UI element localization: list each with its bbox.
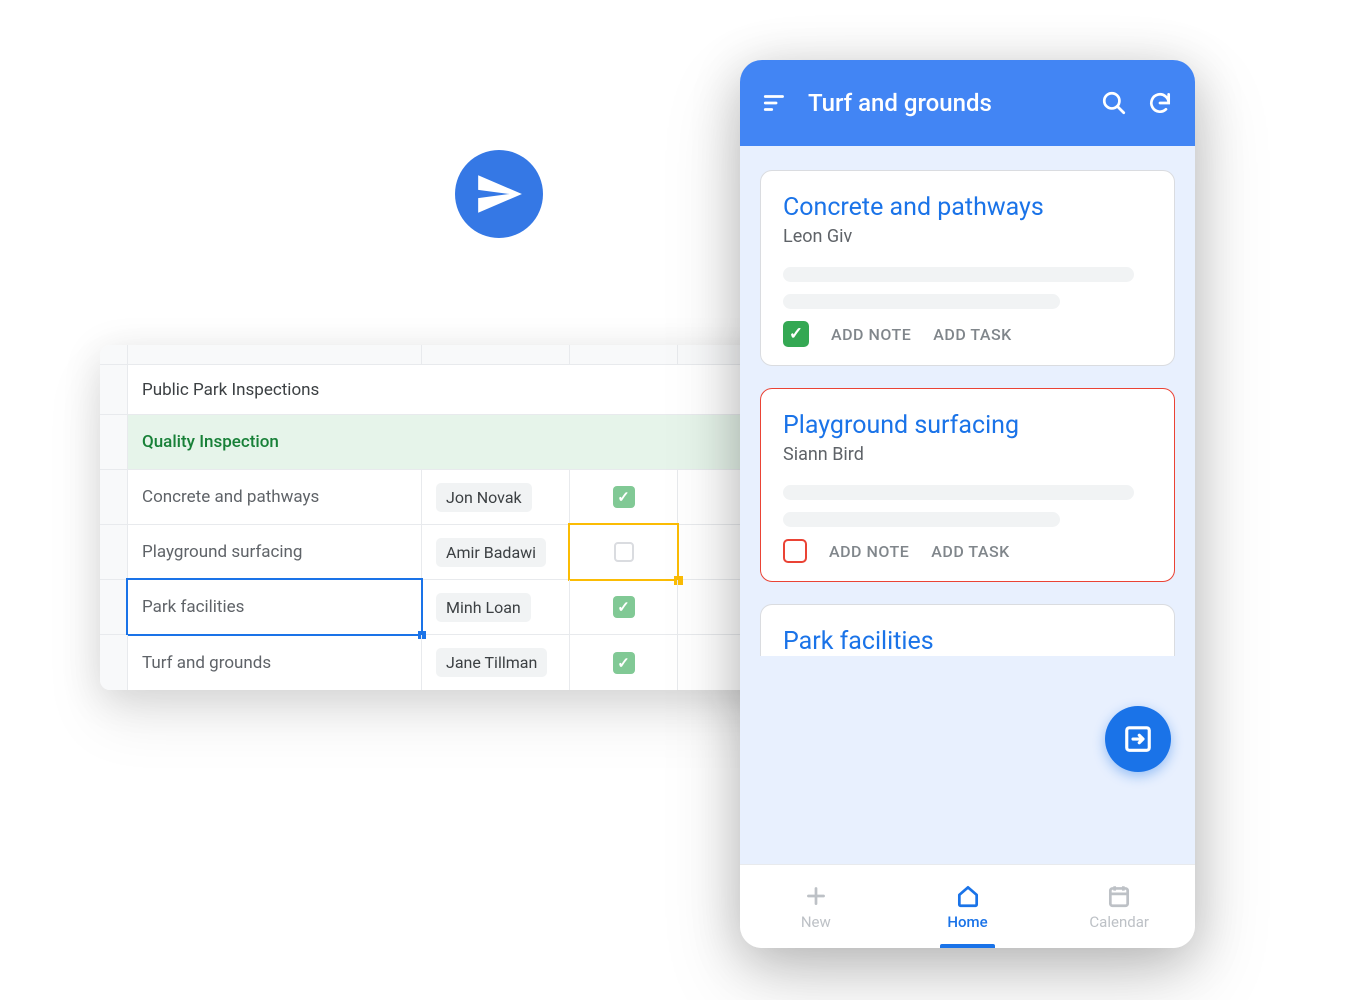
checkbox-icon[interactable] bbox=[613, 652, 635, 674]
assignee-cell[interactable]: Amir Badawi bbox=[422, 525, 570, 579]
item-cell[interactable]: Turf and grounds bbox=[128, 635, 422, 690]
assignee-chip[interactable]: Amir Badawi bbox=[436, 538, 546, 567]
card-subtitle: Siann Bird bbox=[783, 444, 1152, 465]
nav-label: Home bbox=[947, 913, 987, 931]
sheet-section-cell[interactable]: Quality Inspection bbox=[128, 415, 422, 469]
sheet-data-row[interactable]: Turf and grounds Jane Tillman bbox=[100, 635, 820, 690]
check-cell[interactable] bbox=[570, 470, 678, 524]
item-cell[interactable]: Playground surfacing bbox=[128, 525, 422, 579]
add-note-button[interactable]: ADD NOTE bbox=[829, 542, 909, 561]
spreadsheet-panel: Public Park Inspections Quality Inspecti… bbox=[100, 345, 820, 690]
card-subtitle: Leon Giv bbox=[783, 226, 1152, 247]
nav-home[interactable]: Home bbox=[892, 865, 1044, 948]
sheet-column-headers bbox=[100, 345, 820, 365]
sheet-data-row[interactable]: Park facilities Minh Loan bbox=[100, 580, 820, 635]
card-title: Concrete and pathways bbox=[783, 193, 1152, 222]
checkbox-icon[interactable] bbox=[613, 486, 635, 508]
add-note-button[interactable]: ADD NOTE bbox=[831, 325, 911, 344]
app-header-title: Turf and grounds bbox=[808, 89, 1081, 117]
nav-new[interactable]: New bbox=[740, 865, 892, 948]
skeleton-line bbox=[783, 267, 1134, 282]
assignee-cell[interactable]: Minh Loan bbox=[422, 580, 570, 634]
card-checkbox-icon[interactable] bbox=[783, 539, 807, 563]
assignee-cell[interactable]: Jon Novak bbox=[422, 470, 570, 524]
paper-plane-icon bbox=[474, 169, 524, 219]
fab-button[interactable] bbox=[1105, 706, 1171, 772]
card-title: Park facilities bbox=[783, 627, 1152, 656]
search-icon[interactable] bbox=[1101, 90, 1127, 116]
task-card[interactable]: Park facilities bbox=[760, 604, 1175, 656]
sheet-data-row[interactable]: Concrete and pathways Jon Novak bbox=[100, 470, 820, 525]
nav-label: Calendar bbox=[1089, 913, 1149, 931]
checkbox-icon[interactable] bbox=[613, 596, 635, 618]
checkbox-icon[interactable] bbox=[614, 542, 634, 562]
item-cell[interactable]: Concrete and pathways bbox=[128, 470, 422, 524]
skeleton-line bbox=[783, 512, 1060, 527]
mobile-app-frame: Turf and grounds Concrete and pathways L… bbox=[740, 60, 1195, 948]
sheet-title-cell[interactable]: Public Park Inspections bbox=[128, 365, 422, 414]
skeleton-line bbox=[783, 485, 1134, 500]
home-icon bbox=[955, 883, 981, 909]
skeleton-line bbox=[783, 294, 1060, 309]
plus-icon bbox=[803, 883, 829, 909]
assignee-cell[interactable]: Jane Tillman bbox=[422, 635, 570, 690]
card-checkbox-icon[interactable] bbox=[783, 321, 809, 347]
assignee-chip[interactable]: Minh Loan bbox=[436, 593, 531, 622]
nav-label: New bbox=[801, 913, 831, 931]
app-header: Turf and grounds bbox=[740, 60, 1195, 146]
task-card[interactable]: Concrete and pathways Leon Giv ADD NOTE … bbox=[760, 170, 1175, 366]
item-cell[interactable]: Park facilities bbox=[128, 580, 422, 634]
bottom-nav: New Home Calendar bbox=[740, 864, 1195, 948]
check-cell[interactable] bbox=[570, 635, 678, 690]
sheet-section-row[interactable]: Quality Inspection bbox=[100, 415, 820, 470]
nav-calendar[interactable]: Calendar bbox=[1043, 865, 1195, 948]
sheet-data-row[interactable]: Playground surfacing Amir Badawi bbox=[100, 525, 820, 580]
calendar-icon bbox=[1106, 883, 1132, 909]
card-title: Playground surfacing bbox=[783, 411, 1152, 440]
enter-icon bbox=[1123, 724, 1153, 754]
task-card-alert[interactable]: Playground surfacing Siann Bird ADD NOTE… bbox=[760, 388, 1175, 582]
sheet-title-row[interactable]: Public Park Inspections bbox=[100, 365, 820, 415]
app-body[interactable]: Concrete and pathways Leon Giv ADD NOTE … bbox=[740, 146, 1195, 864]
refresh-icon[interactable] bbox=[1147, 90, 1173, 116]
add-task-button[interactable]: ADD TASK bbox=[931, 542, 1010, 561]
paper-plane-badge bbox=[455, 150, 543, 238]
add-task-button[interactable]: ADD TASK bbox=[933, 325, 1012, 344]
sort-icon[interactable] bbox=[762, 90, 788, 116]
assignee-chip[interactable]: Jane Tillman bbox=[436, 648, 547, 677]
check-cell[interactable] bbox=[570, 580, 678, 634]
assignee-chip[interactable]: Jon Novak bbox=[436, 483, 532, 512]
check-cell[interactable] bbox=[570, 525, 678, 579]
